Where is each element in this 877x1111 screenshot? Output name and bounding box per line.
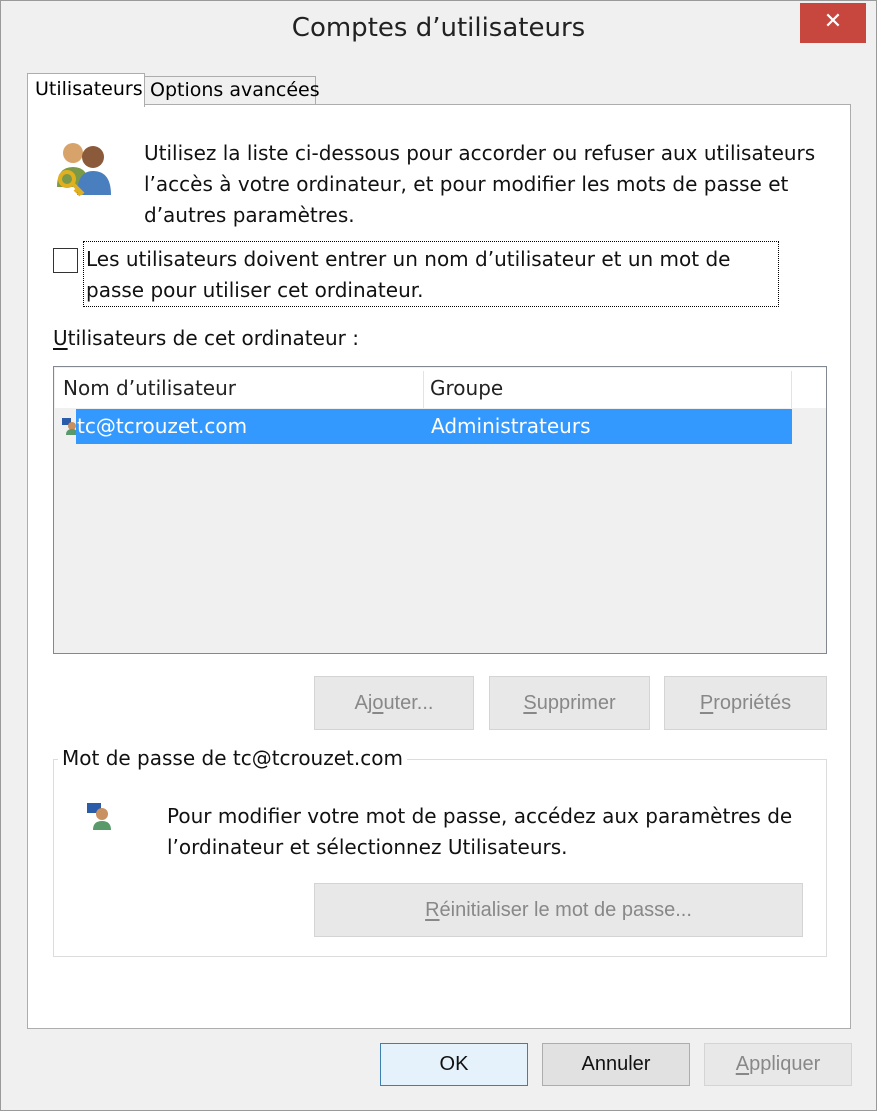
reset-label-accel: R (425, 899, 440, 921)
reset-password-button[interactable]: Réinitialiser le mot de passe... (314, 883, 803, 937)
apply-button[interactable]: Appliquer (704, 1043, 852, 1086)
table-row[interactable]: tc@tcrouzet.com Administrateurs (55, 409, 844, 444)
properties-label-post: ropriétés (713, 692, 792, 714)
users-list-label-accel: U (53, 326, 68, 350)
remove-button[interactable]: Supprimer (489, 676, 650, 730)
close-button[interactable]: ✕ (800, 3, 866, 43)
add-label-accel: o (372, 692, 384, 714)
properties-button[interactable]: Propriétés (664, 676, 827, 730)
cell-group: Administrateurs (431, 414, 591, 438)
column-group[interactable]: Groupe (430, 376, 503, 400)
users-list-label: Utilisateurs de cet ordinateur : (53, 326, 359, 350)
intro-text: Utilisez la liste ci-dessous pour accord… (144, 141, 816, 227)
users-list[interactable]: Nom d’utilisateur Groupe tc@tcrouzet.com… (53, 366, 827, 654)
users-list-header: Nom d’utilisateur Groupe (55, 368, 826, 408)
close-icon: ✕ (823, 9, 843, 34)
users-key-icon (57, 143, 111, 197)
column-separator[interactable] (423, 371, 424, 408)
column-username[interactable]: Nom d’utilisateur (63, 376, 236, 400)
user-password-icon (87, 803, 111, 830)
remove-label-accel: S (523, 692, 537, 714)
password-info-text: Pour modifier votre mot de passe, accéde… (167, 804, 793, 859)
require-login-checkbox[interactable] (53, 248, 78, 273)
password-group-title: Mot de passe de tc@tcrouzet.com (58, 746, 407, 770)
properties-label-accel: P (699, 692, 714, 714)
remove-label-post: upprimer (536, 692, 616, 714)
add-label-pre: Aj (354, 692, 373, 714)
users-list-label-rest: tilisateurs de cet ordinateur : (67, 326, 359, 350)
cell-username: tc@tcrouzet.com (77, 414, 248, 438)
reset-label-post: éinitialiser le mot de passe... (439, 899, 692, 921)
column-separator[interactable] (791, 371, 792, 408)
apply-label-post: ppliquer (749, 1053, 821, 1075)
add-label-post: uter... (383, 692, 434, 714)
apply-label-accel: A (735, 1053, 750, 1075)
tab-advanced-options[interactable]: Options avancées (144, 76, 320, 104)
title-bar: Comptes d’utilisateurs ✕ (1, 1, 876, 63)
window-title: Comptes d’utilisateurs (291, 13, 586, 43)
add-button[interactable]: Ajouter... (314, 676, 474, 730)
require-login-label[interactable]: Les utilisateurs doivent entrer un nom d… (83, 241, 779, 307)
user-accounts-dialog: Comptes d’utilisateurs ✕ Options avancée… (0, 0, 877, 1111)
tab-users[interactable]: Utilisateurs (27, 73, 145, 107)
ok-button[interactable]: OK (380, 1043, 528, 1086)
cancel-button[interactable]: Annuler (542, 1043, 690, 1086)
